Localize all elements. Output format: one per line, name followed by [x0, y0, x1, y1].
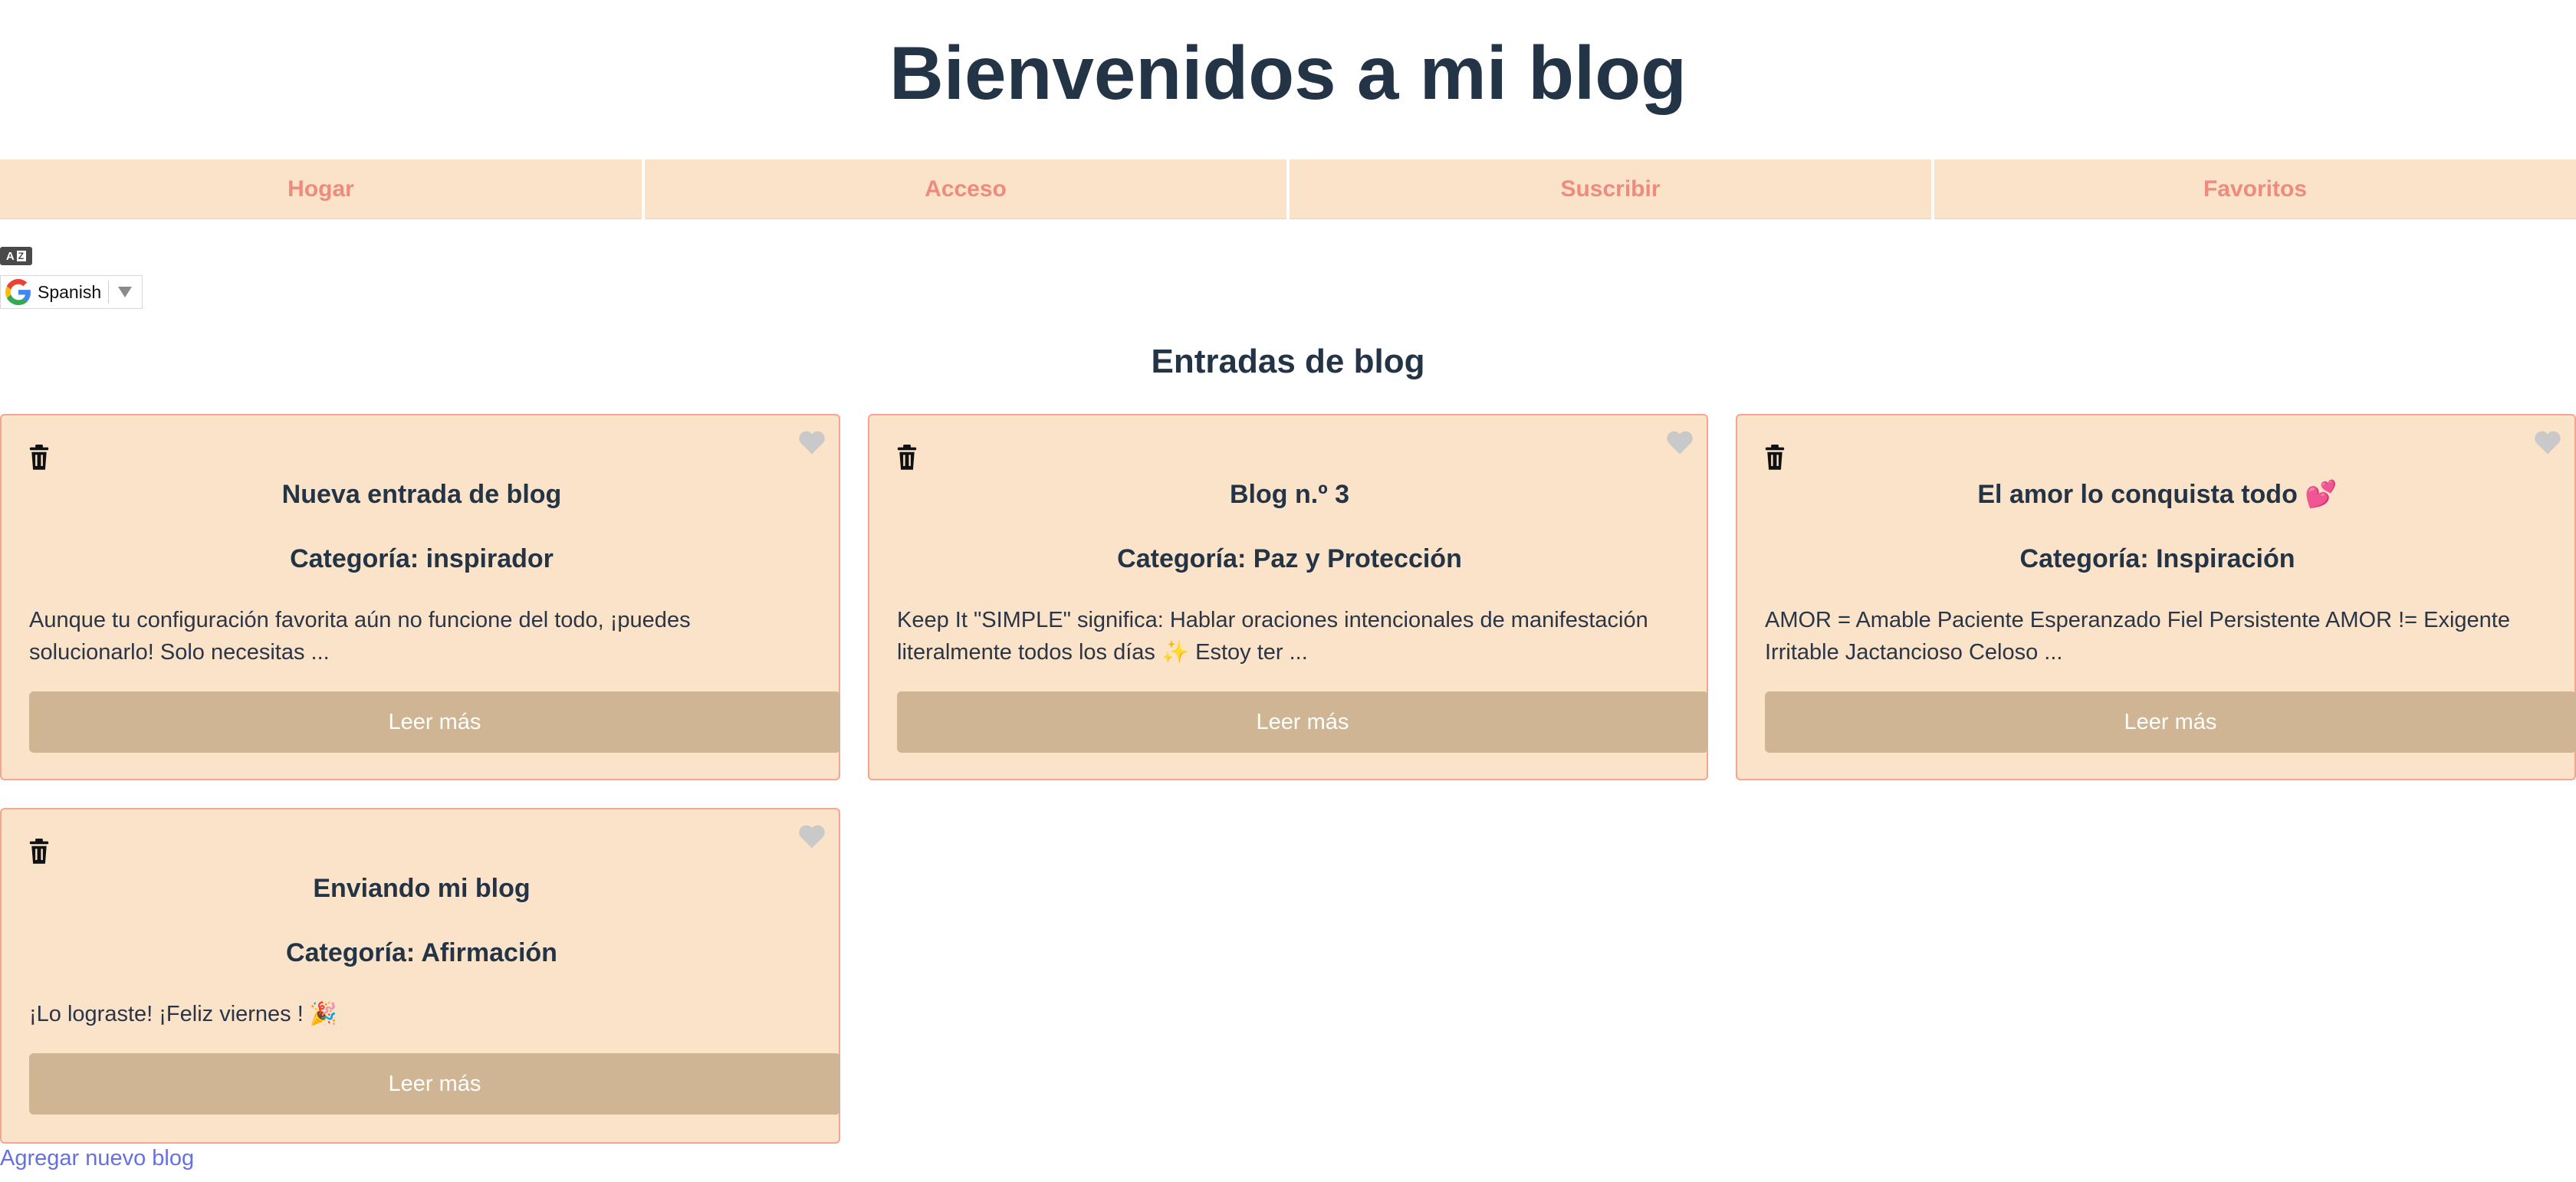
- blog-card: Nueva entrada de blog Categoría: inspira…: [0, 414, 840, 780]
- blog-card: El amor lo conquista todo 💕 Categoría: I…: [1736, 414, 2576, 780]
- heart-icon[interactable]: [797, 823, 826, 849]
- blog-card: Enviando mi blog Categoría: Afirmación ¡…: [0, 808, 840, 1144]
- nav-item-hogar[interactable]: Hogar: [0, 159, 642, 219]
- read-more-button[interactable]: Leer más: [29, 1053, 840, 1115]
- nav-item-suscribir[interactable]: Suscribir: [1290, 159, 1931, 219]
- trash-icon[interactable]: [895, 445, 918, 471]
- nav-item-favoritos[interactable]: Favoritos: [1934, 159, 2576, 219]
- card-category: Categoría: Inspiración: [2019, 544, 2295, 573]
- read-more-button[interactable]: Leer más: [897, 691, 1708, 753]
- main-nav: Hogar Acceso Suscribir Favoritos: [0, 159, 2576, 219]
- read-more-button[interactable]: Leer más: [1765, 691, 2576, 753]
- trash-icon[interactable]: [1763, 445, 1786, 471]
- heart-icon[interactable]: [797, 429, 826, 455]
- card-title: Enviando mi blog: [313, 874, 531, 903]
- card-title: Nueva entrada de blog: [281, 480, 562, 509]
- heart-icon[interactable]: [1665, 429, 1694, 455]
- google-g-logo: [5, 279, 31, 305]
- read-more-button[interactable]: Leer más: [29, 691, 840, 753]
- add-new-blog-link[interactable]: Agregar nuevo blog: [0, 1144, 194, 1172]
- heart-icon[interactable]: [2533, 429, 2562, 455]
- language-select[interactable]: Spanish: [0, 275, 143, 309]
- card-excerpt: Keep It "SIMPLE" significa: Hablar oraci…: [897, 608, 1648, 665]
- language-label: Spanish: [38, 281, 102, 302]
- translate-icon: AZ: [0, 247, 32, 265]
- trash-icon[interactable]: [28, 839, 51, 865]
- card-category: Categoría: Paz y Protección: [1117, 544, 1462, 573]
- card-category: Categoría: Afirmación: [286, 938, 557, 967]
- blog-card: Blog n.º 3 Categoría: Paz y Protección K…: [868, 414, 1708, 780]
- card-excerpt: ¡Lo lograste! ¡Feliz viernes ! 🎉: [29, 1002, 337, 1026]
- chevron-down-icon[interactable]: [118, 287, 133, 297]
- page-title: Bienvenidos a mi blog: [889, 31, 1687, 115]
- card-title: Blog n.º 3: [1230, 480, 1349, 509]
- trash-icon[interactable]: [28, 445, 51, 471]
- card-excerpt: Aunque tu configuración favorita aún no …: [29, 608, 691, 665]
- card-category: Categoría: inspirador: [290, 544, 554, 573]
- nav-item-acceso[interactable]: Acceso: [645, 159, 1286, 219]
- card-title: El amor lo conquista todo 💕: [1977, 480, 2338, 509]
- divider: [108, 281, 110, 304]
- card-excerpt: AMOR = Amable Paciente Esperanzado Fiel …: [1765, 608, 2510, 665]
- section-title: Entradas de blog: [1151, 343, 1425, 380]
